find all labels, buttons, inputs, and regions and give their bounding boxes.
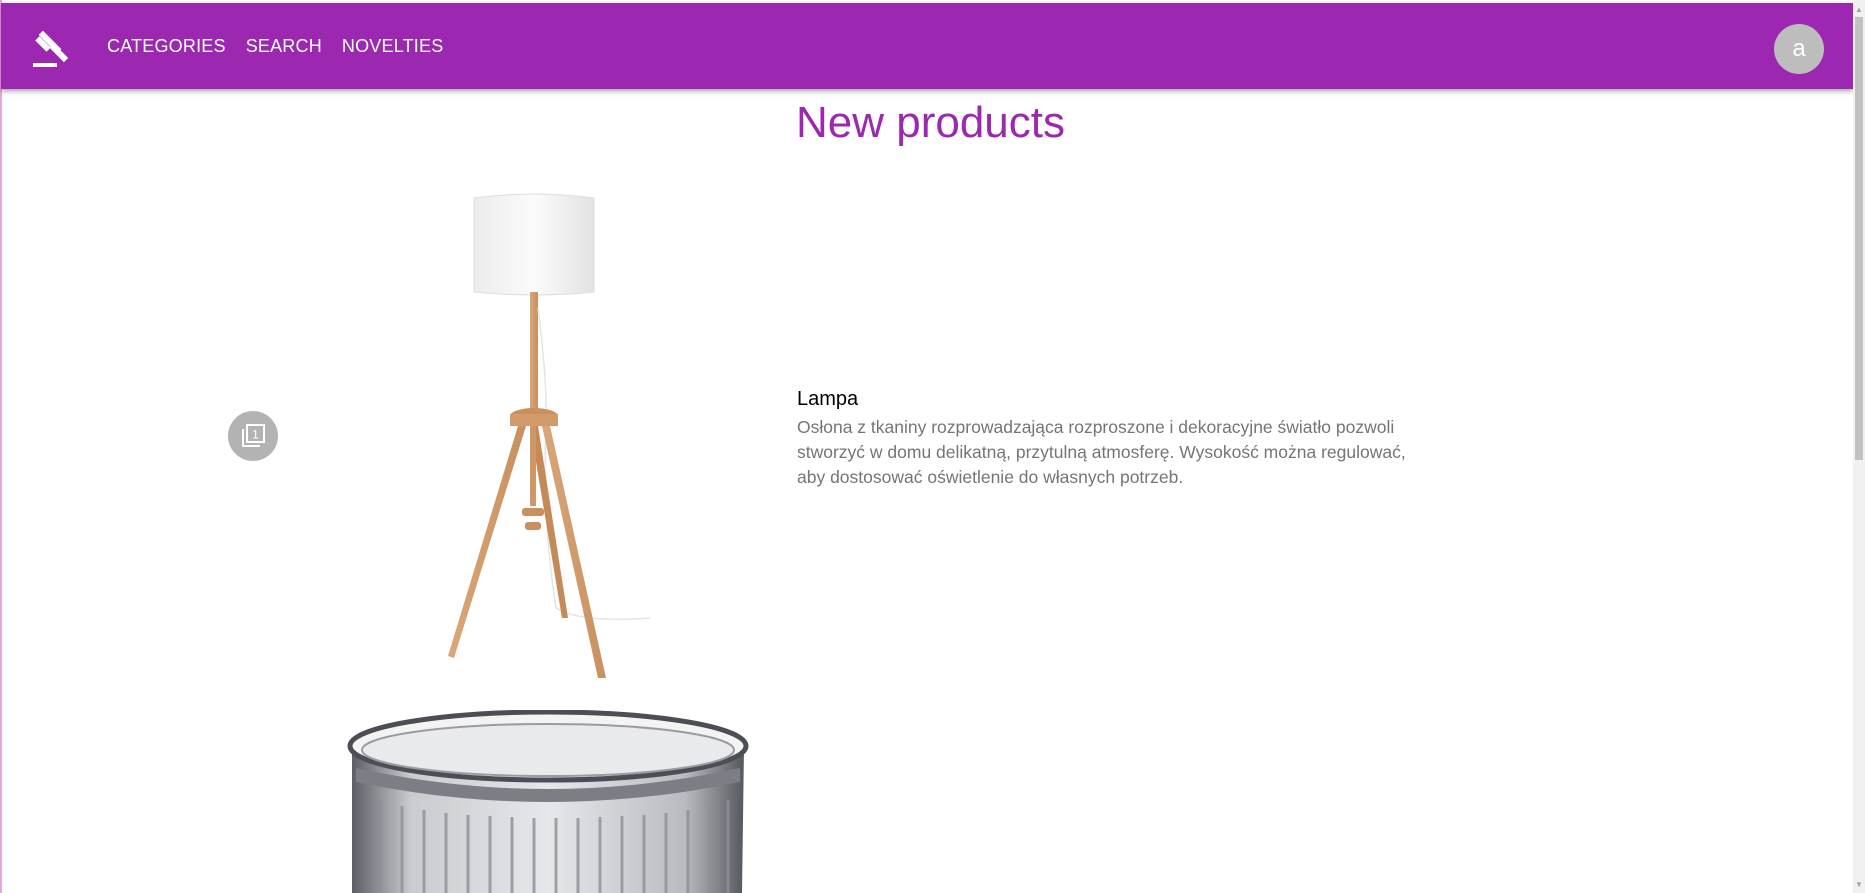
product-description: Osłona z tkaniny rozprowadzająca rozpros… bbox=[797, 417, 1406, 487]
carousel-counter-value: 1 bbox=[252, 428, 259, 442]
nav-novelties[interactable]: NOVELTIES bbox=[342, 36, 444, 57]
main-nav: CATEGORIES SEARCH NOVELTIES bbox=[107, 3, 463, 89]
page: CATEGORIES SEARCH NOVELTIES a New produc… bbox=[0, 0, 1865, 893]
glass-image[interactable] bbox=[340, 710, 760, 893]
product-name[interactable]: Lampa bbox=[797, 388, 1437, 411]
floor-lamp-image[interactable] bbox=[430, 188, 670, 688]
scroll-up-arrow-icon[interactable]: ▲ bbox=[1853, 2, 1865, 16]
nav-search[interactable]: SEARCH bbox=[246, 36, 322, 57]
scrollbar-thumb[interactable] bbox=[1855, 17, 1863, 460]
left-accent-line bbox=[0, 0, 2, 893]
scroll-down-arrow-icon[interactable]: ▼ bbox=[1853, 877, 1865, 891]
gavel-icon[interactable] bbox=[31, 27, 75, 71]
carousel-counter-button[interactable]: 1 bbox=[228, 411, 278, 461]
nav-categories[interactable]: CATEGORIES bbox=[107, 36, 226, 57]
product-card-info: Lampa Osłona z tkaniny rozprowadzająca r… bbox=[797, 388, 1437, 490]
user-avatar[interactable]: a bbox=[1774, 24, 1824, 74]
page-scrollbar[interactable]: ▲ ▼ bbox=[1853, 0, 1865, 893]
page-title: New products bbox=[796, 98, 1066, 147]
top-app-bar: CATEGORIES SEARCH NOVELTIES a bbox=[1, 3, 1853, 89]
avatar-letter: a bbox=[1792, 35, 1806, 62]
filter-1-icon: 1 bbox=[242, 424, 265, 447]
